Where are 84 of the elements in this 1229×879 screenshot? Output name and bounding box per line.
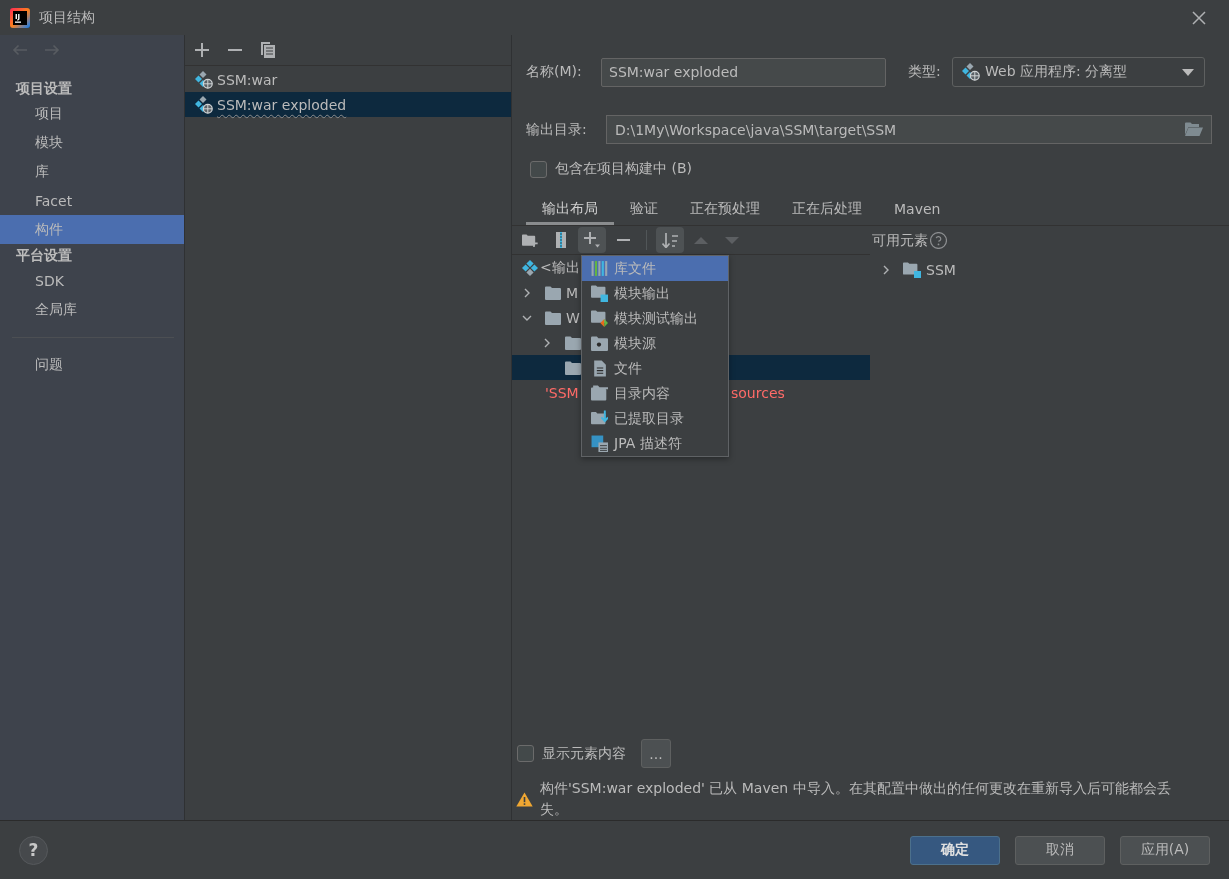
plus-icon[interactable] [195, 43, 209, 57]
archive-icon [556, 232, 566, 248]
sidebar-item[interactable]: 项目 [0, 99, 184, 128]
menu-item[interactable]: JPA 描述符 [582, 431, 728, 456]
artifact-item[interactable]: SSM:war exploded [185, 92, 511, 117]
error-text: sources [730, 384, 785, 401]
library-icon [591, 260, 608, 277]
chevron-right-icon[interactable] [542, 337, 552, 348]
sidebar-item[interactable]: 全局库 [0, 295, 184, 324]
sort-icon [662, 232, 678, 248]
chevron-right-icon[interactable] [881, 264, 891, 275]
close-icon[interactable] [1192, 10, 1206, 25]
folder-icon [545, 310, 561, 325]
window-title: 项目结构 [39, 8, 95, 27]
tab[interactable]: 正在后处理 [776, 192, 878, 225]
minus-icon [616, 239, 630, 241]
section-header: 平台设置 [15, 246, 73, 265]
name-input[interactable]: SSM:war exploded [601, 57, 886, 87]
warning-icon [516, 791, 533, 807]
section-header: 项目设置 [14, 79, 73, 98]
source-folder-icon [591, 335, 608, 352]
caret-icon [1182, 68, 1194, 76]
checkbox[interactable] [530, 160, 547, 178]
tab[interactable]: Maven [878, 192, 957, 225]
artifact-icon [195, 95, 213, 114]
module-folder-icon [903, 261, 921, 278]
tree-item[interactable]: SSM [872, 257, 1229, 282]
field-label: 输出目录: [526, 120, 588, 139]
checkbox-label: 显示元素内容 [542, 744, 626, 763]
tab[interactable]: 验证 [614, 192, 674, 225]
folder-plus-icon [522, 232, 538, 248]
folder-download-icon [591, 410, 608, 427]
tab[interactable]: 正在预处理 [674, 192, 776, 225]
dialog-button[interactable]: 确定 [910, 835, 1000, 865]
tree-item[interactable]: M [512, 280, 581, 305]
checkbox-label: 包含在项目构建中 (B) [555, 160, 692, 178]
diamonds-icon [522, 259, 538, 276]
document-icon [591, 435, 608, 452]
menu-item[interactable]: 文件 [582, 356, 728, 381]
sidebar-item[interactable]: 库 [0, 157, 184, 186]
folder-icon [565, 360, 581, 375]
help-button[interactable]: ? [19, 835, 48, 865]
checkbox[interactable] [517, 745, 534, 762]
menu-item[interactable]: 模块测试输出 [582, 306, 728, 331]
panel-title: 可用元素 [872, 231, 928, 250]
sidebar-item[interactable]: SDK [0, 266, 184, 295]
artifact-icon [195, 70, 213, 89]
folders-icon [591, 385, 608, 402]
artifact-icon [962, 63, 980, 81]
plus-icon [584, 232, 600, 248]
folder-icon [565, 335, 581, 350]
help-icon[interactable] [930, 232, 947, 249]
tree-item[interactable]: W [512, 305, 581, 330]
sidebar-item[interactable]: Facet [0, 186, 184, 215]
module-folder-icon [591, 285, 608, 302]
menu-item[interactable]: 模块输出 [582, 281, 728, 306]
tree-item[interactable] [512, 355, 581, 380]
artifact-item[interactable]: SSM:war [185, 67, 511, 92]
sort-button[interactable] [656, 227, 684, 253]
triangle-down-icon [725, 236, 739, 244]
sidebar-item[interactable]: 模块 [0, 128, 184, 157]
menu-item[interactable]: 已提取目录 [582, 406, 728, 431]
type-dropdown[interactable]: Web 应用程序: 分离型 [952, 57, 1205, 87]
field-label: 类型: [908, 63, 942, 81]
tree-item[interactable]: <输出 [512, 255, 581, 280]
sidebar-item[interactable]: 问题 [0, 350, 184, 379]
dialog-button[interactable]: 取消 [1015, 835, 1105, 865]
more-button[interactable]: ... [641, 739, 671, 768]
field-label: 名称(M): [526, 63, 583, 81]
triangle-up-icon [694, 236, 708, 244]
tab[interactable]: 输出布局 [526, 192, 614, 225]
test-folder-icon [591, 310, 608, 327]
add-button[interactable] [578, 227, 606, 253]
copy-icon[interactable] [261, 42, 275, 58]
error-text: 'SSM [545, 384, 579, 401]
menu-item[interactable]: 模块源 [582, 331, 728, 356]
output-path-field[interactable]: D:\1My\Workspace\java\SSM\target\SSM [606, 115, 1212, 144]
menu-item[interactable]: 目录内容 [582, 381, 728, 406]
warning-message: 构件'SSM:war exploded' 已从 Maven 中导入。在其配置中做出的任何更改在重新导入后可能都会丢失。 [540, 779, 1172, 819]
file-icon [591, 360, 608, 377]
folder-icon[interactable] [1185, 122, 1203, 136]
dialog-button[interactable]: 应用(A) [1120, 835, 1210, 865]
chevron-right-icon[interactable] [522, 287, 532, 298]
folder-icon [545, 285, 561, 300]
